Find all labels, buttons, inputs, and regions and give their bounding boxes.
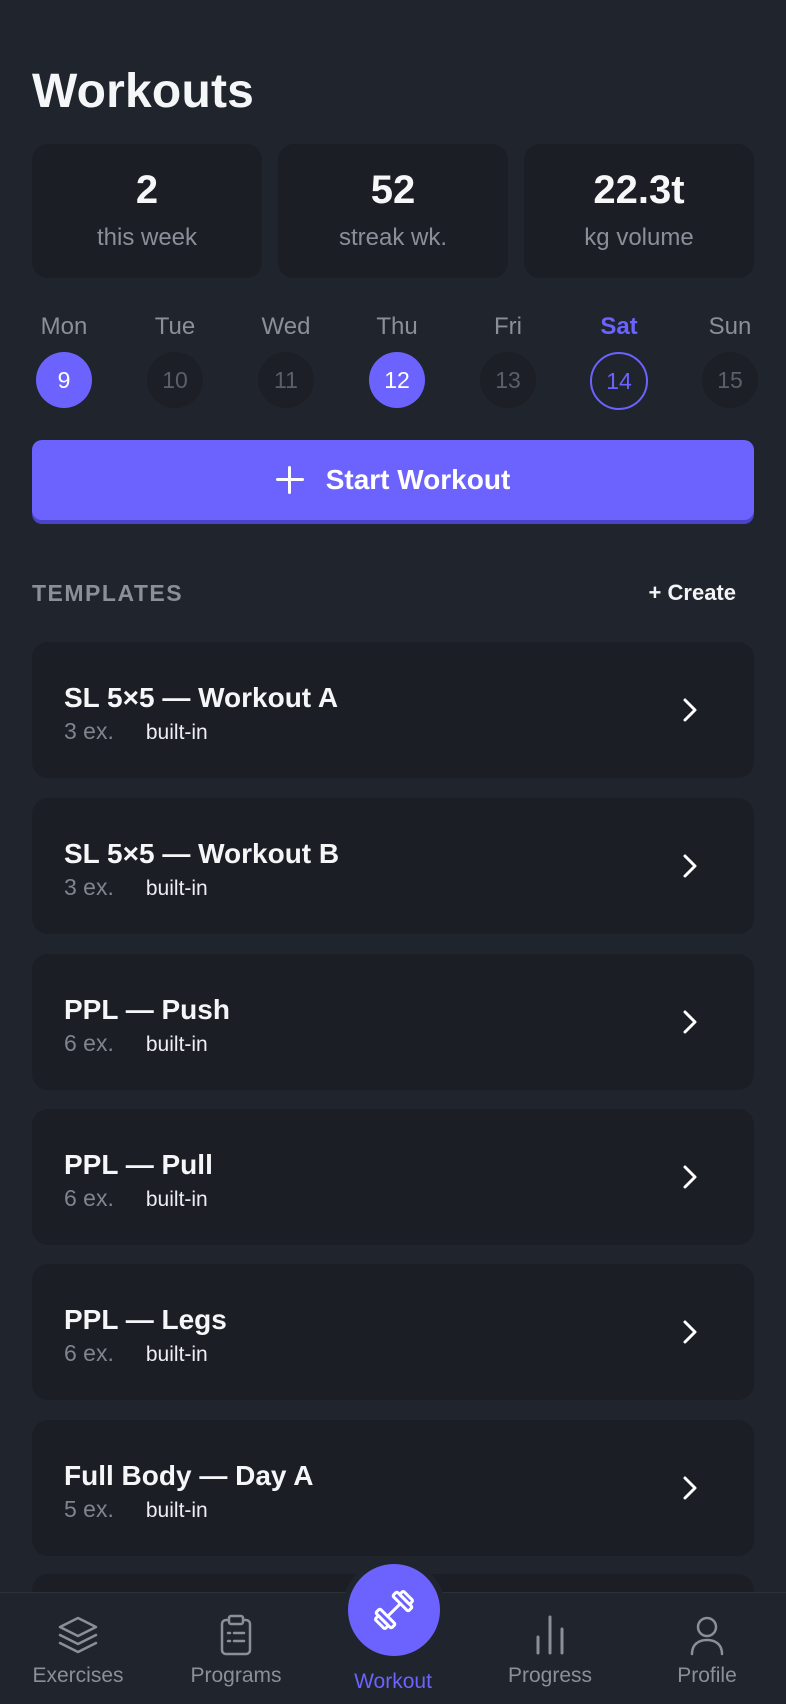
day-date: 9 — [36, 352, 92, 408]
create-template-button[interactable]: + Create — [649, 580, 736, 606]
start-workout-button[interactable]: Start Workout — [32, 440, 754, 520]
chevron-right-icon — [683, 1476, 697, 1500]
template-meta: 6 ex. built-in — [64, 1340, 208, 1367]
workout-fab-button[interactable] — [348, 1564, 440, 1656]
day-mon[interactable]: Mon 9 — [24, 312, 104, 408]
day-name: Sat — [600, 313, 638, 340]
stat-value: 52 — [370, 168, 416, 212]
templates-header: TEMPLATES + Create — [32, 578, 754, 610]
tab-progress[interactable]: Progress — [480, 1593, 620, 1704]
bar-chart-icon — [536, 1615, 564, 1655]
template-tag: built-in — [145, 1343, 208, 1366]
person-icon — [690, 1616, 724, 1656]
template-tag: built-in — [145, 877, 208, 900]
day-sat[interactable]: Sat 14 — [579, 312, 659, 410]
page-title: Workouts — [32, 65, 255, 118]
day-date: 11 — [258, 352, 314, 408]
template-tag: built-in — [145, 1033, 208, 1056]
template-meta: 6 ex. built-in — [64, 1030, 208, 1057]
exercise-count: 6 ex. — [64, 1030, 114, 1056]
template-name: PPL — Push — [64, 994, 230, 1025]
template-card[interactable]: PPL — Pull 6 ex. built-in — [32, 1109, 754, 1245]
template-meta: 5 ex. built-in — [64, 1496, 208, 1523]
start-workout-label: Start Workout — [325, 464, 511, 495]
dumbbell-icon — [374, 1590, 414, 1630]
template-card[interactable]: SL 5×5 — Workout B 3 ex. built-in — [32, 798, 754, 934]
stat-label: this week — [96, 224, 198, 251]
stat-value: 22.3t — [593, 168, 685, 212]
day-date: 15 — [702, 352, 758, 408]
tab-profile[interactable]: Profile — [637, 1593, 777, 1704]
workouts-screen: Workouts 2 this week 52 streak wk. 22.3t… — [0, 0, 786, 1704]
day-name: Fri — [494, 313, 522, 340]
template-meta: 6 ex. built-in — [64, 1185, 208, 1212]
week-strip: Mon 9 Tue 10 Wed 11 Thu 12 Fri 13 Sat 14… — [32, 312, 758, 412]
day-date: 10 — [147, 352, 203, 408]
chevron-right-icon — [683, 698, 697, 722]
exercise-count: 5 ex. — [64, 1496, 114, 1522]
stat-card-this-week: 2 this week — [32, 144, 262, 278]
template-card[interactable]: SL 5×5 — Workout A 3 ex. built-in — [32, 642, 754, 778]
stat-label: kg volume — [584, 224, 694, 251]
section-title: TEMPLATES — [32, 580, 184, 606]
stats-row: 2 this week 52 streak wk. 22.3t kg volum… — [32, 144, 754, 278]
tab-label: Profile — [677, 1664, 737, 1687]
tab-label: Exercises — [32, 1664, 124, 1687]
template-name: PPL — Legs — [64, 1304, 227, 1335]
exercise-count: 6 ex. — [64, 1185, 114, 1211]
day-name: Thu — [376, 313, 418, 340]
layers-icon — [58, 1616, 98, 1654]
chevron-right-icon — [683, 1165, 697, 1189]
template-tag: built-in — [145, 1188, 208, 1211]
day-wed[interactable]: Wed 11 — [246, 312, 326, 408]
day-fri[interactable]: Fri 13 — [468, 312, 548, 408]
template-card[interactable]: PPL — Legs 6 ex. built-in — [32, 1264, 754, 1400]
day-date: 12 — [369, 352, 425, 408]
day-date: 13 — [480, 352, 536, 408]
template-card[interactable]: Full Body — Day A 5 ex. built-in — [32, 1420, 754, 1556]
template-name: PPL — Pull — [64, 1149, 213, 1180]
template-name: SL 5×5 — Workout B — [64, 838, 340, 869]
chevron-right-icon — [683, 854, 697, 878]
exercise-count: 3 ex. — [64, 874, 114, 900]
template-tag: built-in — [145, 721, 208, 744]
day-name: Tue — [154, 313, 196, 340]
day-name: Sun — [708, 313, 752, 340]
day-sun[interactable]: Sun 15 — [690, 312, 770, 408]
template-name: Full Body — Day A — [64, 1460, 314, 1491]
tab-label: Programs — [190, 1664, 282, 1687]
exercise-count: 6 ex. — [64, 1340, 114, 1366]
template-tag: built-in — [145, 1499, 208, 1522]
template-card[interactable]: PPL — Push 6 ex. built-in — [32, 954, 754, 1090]
template-meta: 3 ex. built-in — [64, 718, 208, 745]
tab-exercises[interactable]: Exercises — [8, 1593, 148, 1704]
tab-label: Progress — [507, 1664, 593, 1687]
chevron-right-icon — [683, 1010, 697, 1034]
day-thu[interactable]: Thu 12 — [357, 312, 437, 408]
stat-card-volume: 22.3t kg volume — [524, 144, 754, 278]
stat-value: 2 — [135, 168, 159, 212]
stat-label: streak wk. — [338, 224, 448, 251]
tab-label: Workout — [354, 1670, 432, 1693]
day-date: 14 — [590, 352, 648, 410]
clipboard-icon — [220, 1614, 252, 1656]
plus-icon — [275, 466, 304, 494]
exercise-count: 3 ex. — [64, 718, 114, 744]
day-name: Wed — [261, 313, 311, 340]
template-meta: 3 ex. built-in — [64, 874, 208, 901]
stat-card-streak: 52 streak wk. — [278, 144, 508, 278]
chevron-right-icon — [683, 1320, 697, 1344]
template-name: SL 5×5 — Workout A — [64, 682, 339, 713]
day-name: Mon — [40, 313, 88, 340]
tab-programs[interactable]: Programs — [166, 1593, 306, 1704]
day-tue[interactable]: Tue 10 — [135, 312, 215, 408]
